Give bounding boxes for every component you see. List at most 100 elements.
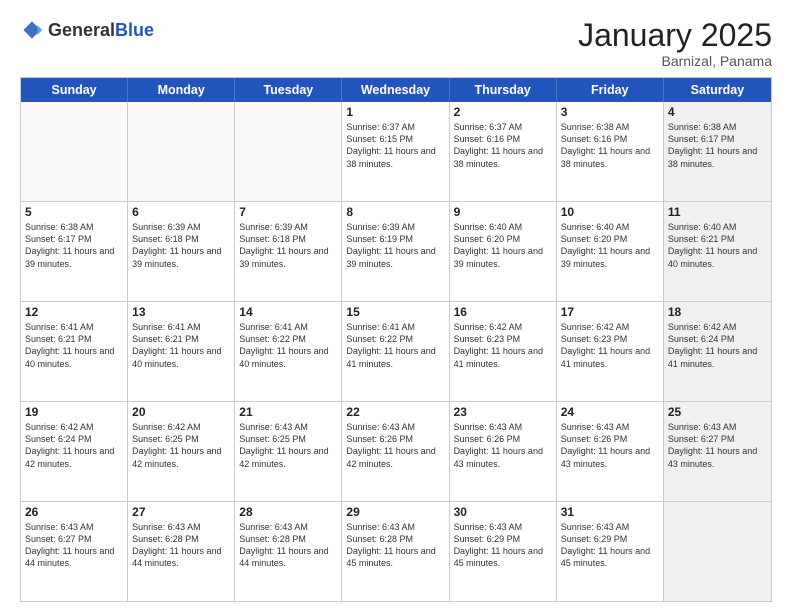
day-number: 9 (454, 205, 552, 219)
day-info: Sunrise: 6:43 AM Sunset: 6:26 PM Dayligh… (454, 421, 552, 470)
day-number: 19 (25, 405, 123, 419)
calendar-header-row: SundayMondayTuesdayWednesdayThursdayFrid… (21, 78, 771, 102)
day-number: 29 (346, 505, 444, 519)
day-info: Sunrise: 6:38 AM Sunset: 6:16 PM Dayligh… (561, 121, 659, 170)
day-info: Sunrise: 6:38 AM Sunset: 6:17 PM Dayligh… (25, 221, 123, 270)
day-info: Sunrise: 6:37 AM Sunset: 6:15 PM Dayligh… (346, 121, 444, 170)
day-info: Sunrise: 6:40 AM Sunset: 6:21 PM Dayligh… (668, 221, 767, 270)
day-number: 26 (25, 505, 123, 519)
day-number: 24 (561, 405, 659, 419)
day-number: 2 (454, 105, 552, 119)
day-info: Sunrise: 6:42 AM Sunset: 6:23 PM Dayligh… (454, 321, 552, 370)
day-info: Sunrise: 6:43 AM Sunset: 6:28 PM Dayligh… (346, 521, 444, 570)
week-row-1: 1 Sunrise: 6:37 AM Sunset: 6:15 PM Daylig… (21, 102, 771, 201)
day-info: Sunrise: 6:43 AM Sunset: 6:29 PM Dayligh… (561, 521, 659, 570)
day-number: 27 (132, 505, 230, 519)
day-info: Sunrise: 6:43 AM Sunset: 6:27 PM Dayligh… (668, 421, 767, 470)
day-number: 23 (454, 405, 552, 419)
day-30: 30 Sunrise: 6:43 AM Sunset: 6:29 PM Dayli… (450, 502, 557, 601)
week-row-2: 5Sunrise: 6:38 AM Sunset: 6:17 PM Daylig… (21, 201, 771, 301)
day-empty-0-1 (128, 102, 235, 201)
day-21: 21 Sunrise: 6:43 AM Sunset: 6:25 PM Dayli… (235, 402, 342, 501)
day-number: 28 (239, 505, 337, 519)
day-3: 3 Sunrise: 6:38 AM Sunset: 6:16 PM Daylig… (557, 102, 664, 201)
day-8: 8Sunrise: 6:39 AM Sunset: 6:19 PM Daylig… (342, 202, 449, 301)
day-number: 21 (239, 405, 337, 419)
day-1: 1 Sunrise: 6:37 AM Sunset: 6:15 PM Daylig… (342, 102, 449, 201)
day-number: 17 (561, 305, 659, 319)
day-info: Sunrise: 6:41 AM Sunset: 6:21 PM Dayligh… (25, 321, 123, 370)
day-empty-0-0 (21, 102, 128, 201)
day-info: Sunrise: 6:38 AM Sunset: 6:17 PM Dayligh… (668, 121, 767, 170)
day-5: 5Sunrise: 6:38 AM Sunset: 6:17 PM Daylig… (21, 202, 128, 301)
day-27: 27 Sunrise: 6:43 AM Sunset: 6:28 PM Dayli… (128, 502, 235, 601)
day-13: 13Sunrise: 6:41 AM Sunset: 6:21 PM Dayli… (128, 302, 235, 401)
day-23: 23 Sunrise: 6:43 AM Sunset: 6:26 PM Dayli… (450, 402, 557, 501)
day-number: 30 (454, 505, 552, 519)
week-row-4: 19 Sunrise: 6:42 AM Sunset: 6:24 PM Dayli… (21, 401, 771, 501)
day-22: 22 Sunrise: 6:43 AM Sunset: 6:26 PM Dayli… (342, 402, 449, 501)
day-number: 31 (561, 505, 659, 519)
day-28: 28 Sunrise: 6:43 AM Sunset: 6:28 PM Dayli… (235, 502, 342, 601)
day-24: 24 Sunrise: 6:43 AM Sunset: 6:26 PM Dayli… (557, 402, 664, 501)
header-day-wednesday: Wednesday (342, 78, 449, 102)
day-info: Sunrise: 6:43 AM Sunset: 6:29 PM Dayligh… (454, 521, 552, 570)
day-10: 10Sunrise: 6:40 AM Sunset: 6:20 PM Dayli… (557, 202, 664, 301)
logo: GeneralBlue (20, 18, 154, 42)
day-number: 3 (561, 105, 659, 119)
header: GeneralBlue January 2025 Barnizal, Panam… (20, 18, 772, 69)
header-day-thursday: Thursday (450, 78, 557, 102)
day-17: 17 Sunrise: 6:42 AM Sunset: 6:23 PM Dayli… (557, 302, 664, 401)
day-number: 25 (668, 405, 767, 419)
day-info: Sunrise: 6:39 AM Sunset: 6:18 PM Dayligh… (239, 221, 337, 270)
day-19: 19 Sunrise: 6:42 AM Sunset: 6:24 PM Dayli… (21, 402, 128, 501)
day-info: Sunrise: 6:43 AM Sunset: 6:26 PM Dayligh… (561, 421, 659, 470)
day-number: 18 (668, 305, 767, 319)
day-number: 12 (25, 305, 123, 319)
header-day-sunday: Sunday (21, 78, 128, 102)
day-9: 9 Sunrise: 6:40 AM Sunset: 6:20 PM Daylig… (450, 202, 557, 301)
day-info: Sunrise: 6:43 AM Sunset: 6:27 PM Dayligh… (25, 521, 123, 570)
calendar: SundayMondayTuesdayWednesdayThursdayFrid… (20, 77, 772, 602)
day-6: 6Sunrise: 6:39 AM Sunset: 6:18 PM Daylig… (128, 202, 235, 301)
day-info: Sunrise: 6:43 AM Sunset: 6:28 PM Dayligh… (132, 521, 230, 570)
page: GeneralBlue January 2025 Barnizal, Panam… (0, 0, 792, 612)
day-empty-0-2 (235, 102, 342, 201)
day-info: Sunrise: 6:43 AM Sunset: 6:25 PM Dayligh… (239, 421, 337, 470)
day-number: 1 (346, 105, 444, 119)
day-info: Sunrise: 6:42 AM Sunset: 6:23 PM Dayligh… (561, 321, 659, 370)
day-16: 16 Sunrise: 6:42 AM Sunset: 6:23 PM Dayli… (450, 302, 557, 401)
day-2: 2Sunrise: 6:37 AM Sunset: 6:16 PM Daylig… (450, 102, 557, 201)
day-number: 14 (239, 305, 337, 319)
day-number: 20 (132, 405, 230, 419)
day-info: Sunrise: 6:41 AM Sunset: 6:22 PM Dayligh… (346, 321, 444, 370)
day-info: Sunrise: 6:42 AM Sunset: 6:25 PM Dayligh… (132, 421, 230, 470)
day-15: 15 Sunrise: 6:41 AM Sunset: 6:22 PM Dayli… (342, 302, 449, 401)
header-day-tuesday: Tuesday (235, 78, 342, 102)
day-18: 18Sunrise: 6:42 AM Sunset: 6:24 PM Dayli… (664, 302, 771, 401)
header-day-friday: Friday (557, 78, 664, 102)
day-26: 26 Sunrise: 6:43 AM Sunset: 6:27 PM Dayli… (21, 502, 128, 601)
day-info: Sunrise: 6:39 AM Sunset: 6:18 PM Dayligh… (132, 221, 230, 270)
day-empty-4-6 (664, 502, 771, 601)
day-info: Sunrise: 6:41 AM Sunset: 6:22 PM Dayligh… (239, 321, 337, 370)
month-title: January 2025 (578, 18, 772, 53)
day-25: 25 Sunrise: 6:43 AM Sunset: 6:27 PM Dayli… (664, 402, 771, 501)
day-number: 16 (454, 305, 552, 319)
day-14: 14 Sunrise: 6:41 AM Sunset: 6:22 PM Dayli… (235, 302, 342, 401)
week-row-3: 12 Sunrise: 6:41 AM Sunset: 6:21 PM Dayli… (21, 301, 771, 401)
logo-blue: Blue (115, 20, 154, 40)
day-7: 7 Sunrise: 6:39 AM Sunset: 6:18 PM Daylig… (235, 202, 342, 301)
day-info: Sunrise: 6:43 AM Sunset: 6:28 PM Dayligh… (239, 521, 337, 570)
day-number: 13 (132, 305, 230, 319)
day-info: Sunrise: 6:42 AM Sunset: 6:24 PM Dayligh… (25, 421, 123, 470)
day-number: 15 (346, 305, 444, 319)
day-4: 4Sunrise: 6:38 AM Sunset: 6:17 PM Daylig… (664, 102, 771, 201)
day-info: Sunrise: 6:43 AM Sunset: 6:26 PM Dayligh… (346, 421, 444, 470)
day-info: Sunrise: 6:40 AM Sunset: 6:20 PM Dayligh… (454, 221, 552, 270)
day-number: 7 (239, 205, 337, 219)
day-number: 8 (346, 205, 444, 219)
day-number: 22 (346, 405, 444, 419)
location-subtitle: Barnizal, Panama (578, 53, 772, 69)
title-block: January 2025 Barnizal, Panama (578, 18, 772, 69)
